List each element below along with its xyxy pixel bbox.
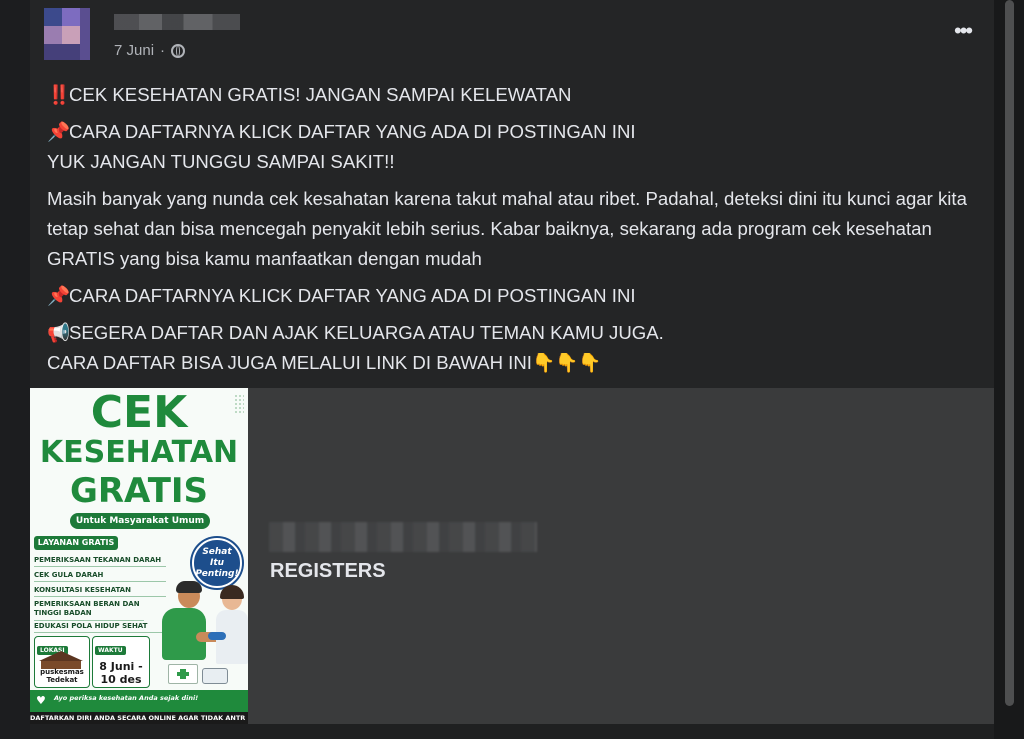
poster-badge: Sehat Itu Penting! <box>192 538 242 588</box>
post-line-text: CEK KESEHATAN GRATIS! JANGAN SAMPAI KELE… <box>69 84 572 105</box>
poster-date-end: 10 des <box>100 673 142 686</box>
post-bottom-edge <box>30 724 994 739</box>
poster-title-gratis: GRATIS <box>69 471 209 511</box>
poster-date-start: 8 Juni - <box>99 660 143 673</box>
heart-icon: ♥ <box>36 694 46 707</box>
poster-service-item: CEK GULA DARAH <box>34 571 166 582</box>
pointing-down-icon: 👇👇👇 <box>531 352 602 373</box>
post-line-text: CARA DAFTAR BISA JUGA MELALUI LINK DI BA… <box>47 352 532 373</box>
link-preview-card[interactable]: CEK KESEHATAN GRATIS Untuk Masyarakat Um… <box>30 388 994 724</box>
poster-subtitle: Untuk Masyarakat Umum <box>70 513 210 529</box>
poster-tagline: Ayo periksa kesehatan Anda sejak dini! <box>54 694 199 702</box>
double-exclamation-icon: ‼️ <box>47 84 71 105</box>
medkit-icon <box>168 664 198 684</box>
left-gutter <box>0 0 30 739</box>
poster-service-item: EDUKASI POLA HIDUP SEHAT <box>34 622 166 633</box>
poster-date-box: WAKTU 8 Juni - 10 des <box>92 636 150 688</box>
poster-service-item: PEMERIKSAAN BERAN DAN TINGGI BADAN <box>34 600 144 621</box>
post-line: YUK JANGAN TUNGGU SAMPAI SAKIT!! <box>47 147 987 177</box>
post-line: CARA DAFTAR BISA JUGA MELALUI LINK DI BA… <box>47 348 987 378</box>
link-preview-image[interactable]: CEK KESEHATAN GRATIS Untuk Masyarakat Um… <box>30 388 248 724</box>
post-line: 📢SEGERA DAFTAR DAN AJAK KELUARGA ATAU TE… <box>47 318 987 348</box>
poster-title-cek: CEK <box>90 388 188 438</box>
post-date[interactable]: 7 Juni <box>114 42 154 59</box>
poster-service-item: KONSULTASI KESEHATAN <box>34 586 166 597</box>
blood-pressure-device-icon <box>202 668 228 684</box>
poster-title-kesehatan: KESEHATAN <box>39 435 239 470</box>
post-line-text: SEGERA DAFTAR DAN AJAK KELUARGA ATAU TEM… <box>69 322 664 343</box>
post-line: 📌CARA DAFTARNYA KLICK DAFTAR YANG ADA DI… <box>47 281 987 311</box>
link-title[interactable]: REGISTERS <box>270 560 386 583</box>
meta-separator: · <box>160 42 166 59</box>
poster-services-title: LAYANAN GRATIS <box>34 536 118 550</box>
scrollbar-thumb[interactable] <box>1005 0 1014 706</box>
more-options-icon[interactable]: ••• <box>954 20 973 42</box>
facebook-post: 7 Juni · ••• ‼️CEK KESEHATAN GRATIS! JAN… <box>30 0 995 739</box>
scrollbar[interactable] <box>994 0 1024 739</box>
post-line-text: CARA DAFTARNYA KLICK DAFTAR YANG ADA DI … <box>69 285 636 306</box>
globe-icon[interactable] <box>171 43 186 58</box>
post-line-text: CARA DAFTARNYA KLICK DAFTAR YANG ADA DI … <box>69 121 636 142</box>
post-line: ‼️CEK KESEHATAN GRATIS! JANGAN SAMPAI KE… <box>47 80 987 110</box>
poster-location: puskesmas Tedekat <box>40 668 84 684</box>
poster-footer: DAFTARKAN DIRI ANDA SECARA ONLINE AGAR T… <box>30 714 246 722</box>
link-domain-redacted[interactable] <box>269 522 537 552</box>
post-text: ‼️CEK KESEHATAN GRATIS! JANGAN SAMPAI KE… <box>47 80 987 385</box>
post-line: 📌CARA DAFTARNYA KLICK DAFTAR YANG ADA DI… <box>47 117 987 147</box>
avatar[interactable] <box>44 8 90 60</box>
post-line-text: Masih banyak yang nunda cek kesahatan ka… <box>47 188 967 269</box>
megaphone-icon: 📢 <box>47 322 71 343</box>
poster-location-box: LOKASI puskesmas Tedekat <box>34 636 90 688</box>
pushpin-icon: 📌 <box>47 121 71 142</box>
poster-time-label: WAKTU <box>95 646 126 655</box>
poster-service-item: PEMERIKSAAN TEKANAN DARAH <box>34 556 166 567</box>
author-name-redacted[interactable] <box>114 14 240 30</box>
clinic-roof-icon <box>39 651 83 661</box>
post-line-text: YUK JANGAN TUNGGU SAMPAI SAKIT!! <box>47 151 395 172</box>
post-paragraph: Masih banyak yang nunda cek kesahatan ka… <box>47 184 987 274</box>
post-meta: 7 Juni · <box>114 42 186 59</box>
pushpin-icon: 📌 <box>47 285 71 306</box>
